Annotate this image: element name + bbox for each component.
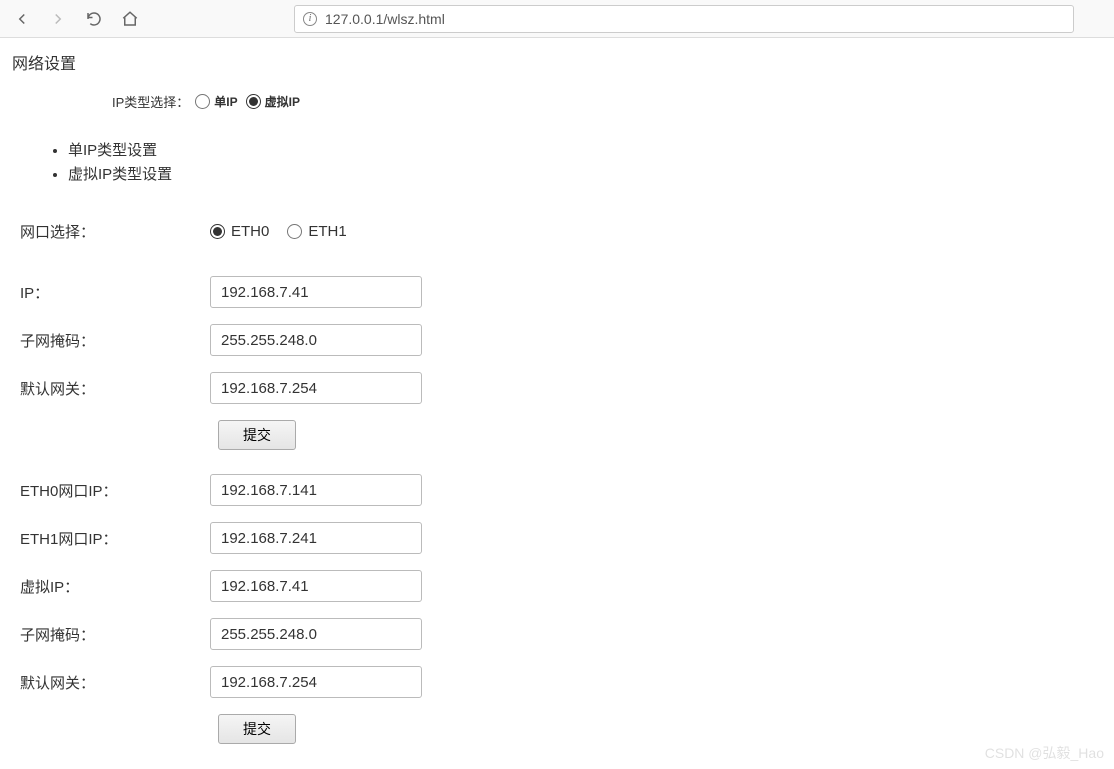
list-item: 单IP类型设置 xyxy=(68,139,1102,163)
radio-eth1-label: ETH1 xyxy=(308,223,346,240)
url-text: 127.0.0.1/wlsz.html xyxy=(325,11,445,27)
settings-list: 单IP类型设置 虚拟IP类型设置 xyxy=(52,139,1102,187)
ip-type-selector-row: IP类型选择： 单IP 虚拟IP xyxy=(112,92,1102,111)
eth0-ip-label: ETH0网口IP： xyxy=(20,480,210,501)
eth0-ip-input[interactable] xyxy=(210,474,422,506)
gateway-input-2[interactable] xyxy=(210,666,422,698)
gateway-label-2: 默认网关： xyxy=(20,672,210,693)
virtual-ip-input[interactable] xyxy=(210,570,422,602)
eth-select-row: 网口选择： ETH0 ETH1 xyxy=(20,221,1102,242)
radio-virtual-ip-label: 虚拟IP xyxy=(265,93,300,110)
radio-virtual-ip[interactable] xyxy=(246,94,261,109)
form-section: 网口选择： ETH0 ETH1 IP： 子网掩码： 默认网关： 提交 xyxy=(20,221,1102,744)
ip-type-label: IP类型选择： xyxy=(112,92,189,111)
list-item: 虚拟IP类型设置 xyxy=(68,163,1102,187)
eth-select-label: 网口选择： xyxy=(20,221,210,242)
subnet-mask-label: 子网掩码： xyxy=(20,330,210,351)
subnet-mask-input[interactable] xyxy=(210,324,422,356)
radio-eth1[interactable] xyxy=(287,224,302,239)
submit-button-1[interactable]: 提交 xyxy=(218,420,296,450)
eth1-ip-input[interactable] xyxy=(210,522,422,554)
gateway-input[interactable] xyxy=(210,372,422,404)
home-button[interactable] xyxy=(118,7,142,31)
radio-single-ip-label: 单IP xyxy=(214,93,237,110)
radio-eth0[interactable] xyxy=(210,224,225,239)
page-title: 网络设置 xyxy=(12,50,1102,74)
back-button[interactable] xyxy=(10,7,34,31)
radio-eth0-label: ETH0 xyxy=(231,223,269,240)
submit-button-2[interactable]: 提交 xyxy=(218,714,296,744)
virtual-ip-label: 虚拟IP： xyxy=(20,576,210,597)
ip-input[interactable] xyxy=(210,276,422,308)
page-content: 网络设置 IP类型选择： 单IP 虚拟IP 单IP类型设置 虚拟IP类型设置 网… xyxy=(0,38,1114,756)
browser-toolbar: i 127.0.0.1/wlsz.html xyxy=(0,0,1114,38)
ip-label: IP： xyxy=(20,282,210,303)
gateway-label: 默认网关： xyxy=(20,378,210,399)
watermark: CSDN @弘毅_Hao xyxy=(985,743,1104,763)
subnet-mask-input-2[interactable] xyxy=(210,618,422,650)
subnet-mask-label-2: 子网掩码： xyxy=(20,624,210,645)
eth1-ip-label: ETH1网口IP： xyxy=(20,528,210,549)
forward-button[interactable] xyxy=(46,7,70,31)
info-icon[interactable]: i xyxy=(303,12,317,26)
reload-button[interactable] xyxy=(82,7,106,31)
radio-single-ip[interactable] xyxy=(195,94,210,109)
address-bar[interactable]: i 127.0.0.1/wlsz.html xyxy=(294,5,1074,33)
